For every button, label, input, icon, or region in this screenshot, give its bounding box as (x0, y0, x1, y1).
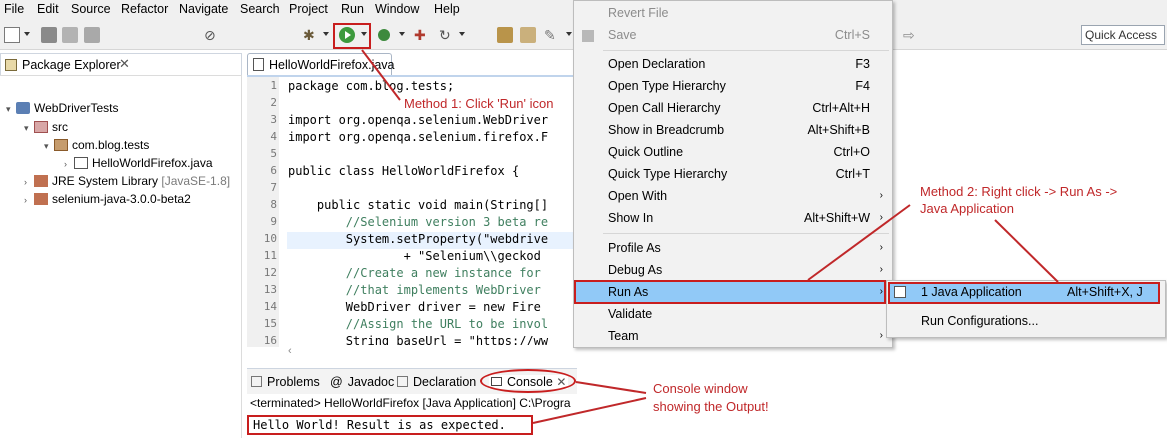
console-arrow-output (532, 397, 647, 424)
annotation-method2-line1: Method 2: Right click -> Run As -> (920, 184, 1118, 199)
annotation-method2-line2: Java Application (920, 201, 1014, 216)
console-arrow-tab (575, 381, 647, 394)
annotation-console-line2: showing the Output! (653, 399, 769, 414)
method1-arrow (361, 49, 401, 101)
method2-arrow-javaapp (994, 219, 1059, 283)
annotation-console-line1: Console window (653, 381, 748, 396)
method2-arrow-runas (807, 204, 911, 281)
annotation-arrows (361, 49, 1059, 424)
annotation-method1: Method 1: Click 'Run' icon (404, 96, 554, 111)
